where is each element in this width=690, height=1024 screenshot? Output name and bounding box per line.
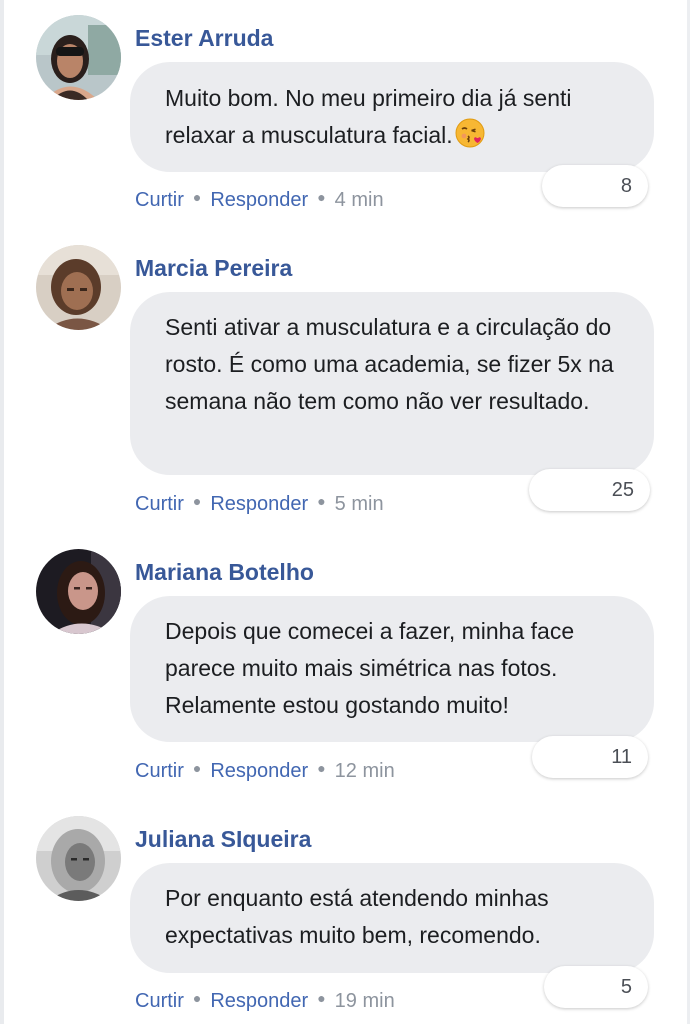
reaction-count[interactable]: 25: [529, 469, 650, 511]
comment-author[interactable]: Mariana Botelho: [135, 559, 314, 586]
kissing-heart-emoji: [455, 118, 485, 148]
avatar[interactable]: [36, 245, 121, 330]
comment-bubble: Depois que comecei a fazer, minha face p…: [130, 596, 654, 742]
left-edge: [0, 0, 4, 1024]
comment-actions: Curtir ● Responder ● 19 min: [135, 990, 395, 1013]
avatar[interactable]: [36, 816, 121, 901]
like-link[interactable]: Curtir: [135, 990, 184, 1012]
separator-dot: ●: [317, 760, 326, 776]
separator-dot: ●: [317, 493, 326, 509]
reply-link[interactable]: Responder: [210, 189, 308, 211]
timestamp[interactable]: 5 min: [335, 493, 384, 515]
like-link[interactable]: Curtir: [135, 760, 184, 782]
comment-text: Senti ativar a musculatura e a circulaçã…: [165, 314, 614, 414]
separator-dot: ●: [192, 990, 202, 1006]
separator-dot: ●: [192, 189, 202, 205]
comment-text: Depois que comecei a fazer, minha face p…: [165, 618, 575, 718]
avatar[interactable]: [36, 549, 121, 634]
comment-author[interactable]: Juliana SIqueira: [135, 826, 311, 853]
comment-actions: Curtir ● Responder ● 12 min: [135, 760, 395, 783]
comment-author[interactable]: Ester Arruda: [135, 25, 273, 52]
separator-dot: ●: [317, 990, 326, 1006]
timestamp[interactable]: 19 min: [335, 990, 395, 1012]
like-link[interactable]: Curtir: [135, 493, 184, 515]
timestamp[interactable]: 12 min: [335, 760, 395, 782]
avatar[interactable]: [36, 15, 121, 100]
timestamp[interactable]: 4 min: [335, 189, 384, 211]
separator-dot: ●: [317, 189, 326, 205]
reply-link[interactable]: Responder: [210, 990, 308, 1012]
reaction-count[interactable]: 11: [532, 736, 648, 778]
reaction-count[interactable]: 8: [542, 165, 648, 207]
comment-author[interactable]: Marcia Pereira: [135, 255, 292, 282]
reply-link[interactable]: Responder: [210, 760, 308, 782]
like-link[interactable]: Curtir: [135, 189, 184, 211]
reaction-count[interactable]: 5: [544, 966, 648, 1008]
comment-actions: Curtir ● Responder ● 5 min: [135, 493, 384, 516]
separator-dot: ●: [192, 760, 202, 776]
comment-actions: Curtir ● Responder ● 4 min: [135, 189, 384, 212]
comment-text: Muito bom. No meu primeiro dia já senti …: [165, 85, 572, 148]
comment-bubble: Muito bom. No meu primeiro dia já senti …: [130, 62, 654, 172]
comment-text: Por enquanto está atendendo minhas expec…: [165, 885, 549, 948]
comment-bubble: Por enquanto está atendendo minhas expec…: [130, 863, 654, 973]
comment-bubble: Senti ativar a musculatura e a circulaçã…: [130, 292, 654, 475]
reply-link[interactable]: Responder: [210, 493, 308, 515]
separator-dot: ●: [192, 493, 202, 509]
